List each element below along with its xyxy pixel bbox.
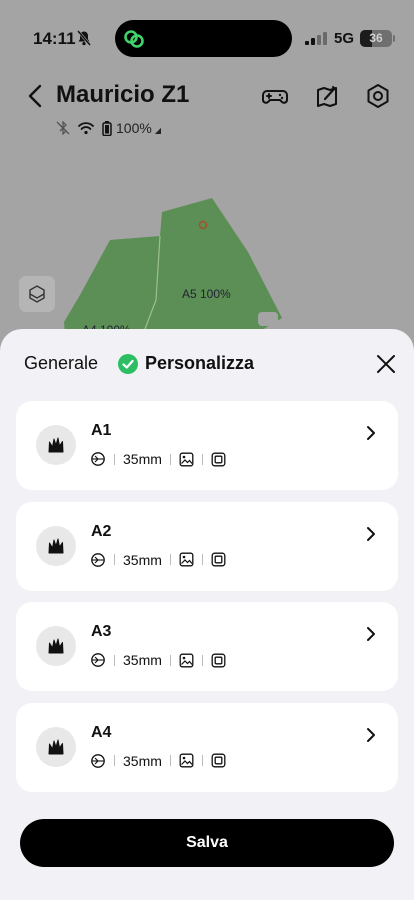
zone-name: A1 [91,422,112,439]
gamepad-icon[interactable] [261,82,289,110]
map-zone-label: A5 100% [182,287,231,301]
wifi-icon [78,122,94,135]
settings-icon[interactable] [364,82,392,110]
cut-pattern-icon [91,452,105,466]
edge-mode-icon [211,653,226,667]
photo-icon [179,653,194,667]
zone-avatar [36,626,76,666]
device-battery-icon [102,120,112,136]
edge-mode-icon [211,753,226,768]
caret-icon: ◢ [154,125,161,135]
chevron-right-icon [367,426,375,440]
separator [169,755,171,766]
check-icon [118,353,138,374]
device-battery-percent: 100% [116,120,152,136]
save-button[interactable]: Salva [20,819,394,867]
dynamic-island [115,20,292,57]
edge-mode-icon [211,552,226,567]
separator [114,554,115,565]
tab-customize[interactable]: Personalizza [118,353,254,374]
separator [114,453,115,465]
edge-mode-icon [211,452,226,466]
separator [114,755,115,766]
battery-cap [393,35,395,42]
device-status-row: 100% ◢ [56,119,161,137]
zone-card[interactable]: A4 35mm [16,702,398,792]
tab-general[interactable]: Generale [24,353,98,374]
chevron-right-icon [367,727,375,742]
network-type: 5G [334,30,355,47]
cut-height: 35mm [123,551,162,568]
zone-card[interactable]: A2 35mm [16,501,398,591]
photo-icon [179,552,194,567]
separator [169,554,171,565]
zone-settings-row: 35mm [90,752,226,770]
grass-icon [48,538,64,553]
zone-card[interactable]: A3 35mm [16,602,398,691]
battery-level: 36 [369,31,383,45]
grass-icon [48,739,64,754]
cut-pattern-icon [91,653,105,667]
page-title: Mauricio Z1 [56,81,190,108]
battery-icon: 36 [360,30,392,47]
tab-customize-label: Personalizza [145,353,255,373]
zone-settings-row: 35mm [90,551,226,569]
clock: 14:11 [33,29,76,48]
chevron-right-icon [367,526,375,541]
cellular-signal-icon [305,32,327,45]
separator [114,654,115,666]
grass-icon [48,638,64,654]
separator [169,654,171,666]
photo-icon [179,753,194,768]
zone-avatar [36,425,76,465]
cut-height: 35mm [123,652,162,668]
separator [201,755,203,766]
cut-pattern-icon [91,753,105,768]
zone-settings-row: 35mm [90,450,226,468]
zone-name: A3 [91,623,112,640]
status-bar: 14:11 5G 36 [0,0,414,76]
bluetooth-off-icon [56,121,70,135]
zone-card[interactable]: A1 35mm [16,401,398,490]
close-button[interactable] [374,352,398,376]
map-layer-button[interactable] [19,276,55,312]
cut-pattern-icon [91,552,105,567]
zone-name: A2 [91,522,112,540]
separator [201,654,203,666]
layers-icon [29,285,45,303]
app-logo-icon [124,30,144,48]
separator [201,453,203,465]
chevron-right-icon [367,627,375,641]
separator [169,453,171,465]
zone-settings-row: 35mm [90,651,226,669]
photo-icon [179,452,194,466]
map-edit-icon[interactable] [313,82,341,110]
cut-height: 35mm [123,451,162,467]
grass-icon [48,437,64,453]
back-button[interactable] [24,82,48,110]
customize-sheet: Generale Personalizza A1 35mm A2 35mm A3… [0,329,414,900]
zone-avatar [36,726,76,767]
bell-off-icon [77,30,91,46]
separator [201,554,203,565]
zone-avatar [36,525,76,566]
cut-height: 35mm [123,752,162,769]
lawn-map[interactable] [0,150,414,350]
zone-name: A4 [91,723,112,741]
